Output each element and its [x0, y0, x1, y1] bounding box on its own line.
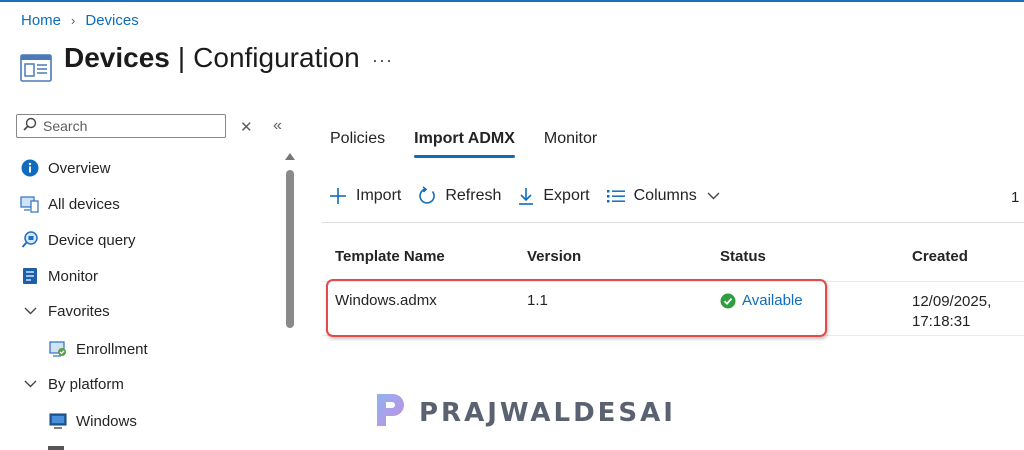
sidebar-group-by-platform[interactable]: By platform — [20, 371, 124, 397]
sidebar-item-windows[interactable]: Windows — [48, 408, 137, 434]
sidebar-group-favorites[interactable]: Favorites — [20, 298, 110, 324]
devices-icon — [20, 194, 40, 214]
sidebar-item-label: Favorites — [48, 302, 110, 320]
sidebar-item-label: Windows — [76, 412, 137, 430]
sidebar-item-label: Device query — [48, 231, 136, 249]
refresh-icon — [417, 186, 437, 206]
monitor-icon — [20, 266, 40, 286]
command-bar: Import Refresh Export Columns — [328, 186, 736, 206]
page-title-rest: Configuration — [193, 42, 360, 73]
collapse-sidebar-icon[interactable]: « — [273, 117, 282, 135]
chevron-down-icon — [707, 192, 720, 200]
tab-monitor[interactable]: Monitor — [544, 130, 597, 156]
column-header-status[interactable]: Status — [720, 248, 766, 265]
sidebar-item-label: Monitor — [48, 267, 99, 285]
refresh-button[interactable]: Refresh — [417, 186, 501, 206]
breadcrumb: Home › Devices — [21, 12, 139, 29]
cell-created: 12/09/2025, 17:18:31 — [912, 292, 1022, 332]
columns-label: Columns — [633, 187, 697, 204]
sidebar-item-label: Overview — [48, 159, 111, 177]
column-header-version[interactable]: Version — [527, 248, 581, 265]
columns-icon — [606, 188, 626, 204]
sidebar-item-label: By platform — [48, 375, 124, 393]
toolbar-divider — [322, 222, 1024, 223]
sidebar-item-overview[interactable]: Overview — [20, 155, 111, 181]
column-header-template-name[interactable]: Template Name — [335, 248, 445, 265]
export-label: Export — [543, 187, 590, 204]
watermark-logo — [371, 390, 411, 435]
sidebar-item-device-query[interactable]: Device query — [20, 227, 136, 253]
created-time: 17:18:31 — [912, 313, 971, 330]
sidebar-item-partial-icon — [48, 446, 64, 450]
breadcrumb-home[interactable]: Home — [21, 12, 61, 29]
sidebar-item-label: Enrollment — [76, 340, 148, 358]
plus-icon — [328, 186, 348, 206]
import-button[interactable]: Import — [328, 186, 401, 206]
configuration-page-icon — [20, 54, 52, 87]
sidebar-item-monitor[interactable]: Monitor — [20, 263, 98, 289]
sidebar-item-enrollment[interactable]: Enrollment — [48, 336, 148, 362]
search-input[interactable] — [41, 117, 225, 135]
chevron-down-icon — [20, 304, 40, 318]
top-accent-line — [0, 0, 1024, 2]
info-icon — [20, 158, 40, 178]
refresh-label: Refresh — [445, 187, 502, 204]
scroll-up-arrow[interactable] — [285, 153, 295, 160]
created-date: 12/09/2025, — [912, 293, 992, 310]
breadcrumb-separator: › — [71, 13, 76, 28]
chevron-down-icon — [20, 377, 40, 391]
sidebar-search[interactable] — [16, 114, 226, 138]
windows-icon — [48, 411, 68, 431]
page-title-separator: | — [177, 42, 186, 73]
tab-import-admx[interactable]: Import ADMX — [414, 130, 515, 158]
download-icon — [517, 186, 535, 206]
page-title: Devices | Configuration — [64, 42, 360, 74]
search-icon — [23, 117, 37, 136]
import-label: Import — [356, 187, 402, 204]
sidebar-item-all-devices[interactable]: All devices — [20, 191, 120, 217]
page-title-bold: Devices — [64, 42, 170, 73]
more-options-button[interactable]: ··· — [372, 50, 393, 71]
column-header-created[interactable]: Created — [912, 248, 968, 265]
export-button[interactable]: Export — [517, 186, 590, 206]
device-query-icon — [20, 230, 40, 250]
highlight-annotation — [326, 279, 827, 337]
item-count: 1 i — [1011, 189, 1024, 206]
columns-button[interactable]: Columns — [606, 187, 720, 205]
clear-search-icon[interactable]: ✕ — [240, 118, 253, 136]
tab-policies[interactable]: Policies — [330, 130, 385, 156]
sidebar-scrollbar-thumb[interactable] — [286, 170, 294, 328]
sidebar-item-label: All devices — [48, 195, 120, 213]
enrollment-icon — [48, 339, 68, 359]
watermark: PRAJWALDESAI — [371, 390, 676, 435]
breadcrumb-devices[interactable]: Devices — [85, 12, 138, 29]
tab-bar: Policies Import ADMX Monitor — [330, 130, 626, 158]
watermark-text: PRAJWALDESAI — [419, 397, 676, 428]
